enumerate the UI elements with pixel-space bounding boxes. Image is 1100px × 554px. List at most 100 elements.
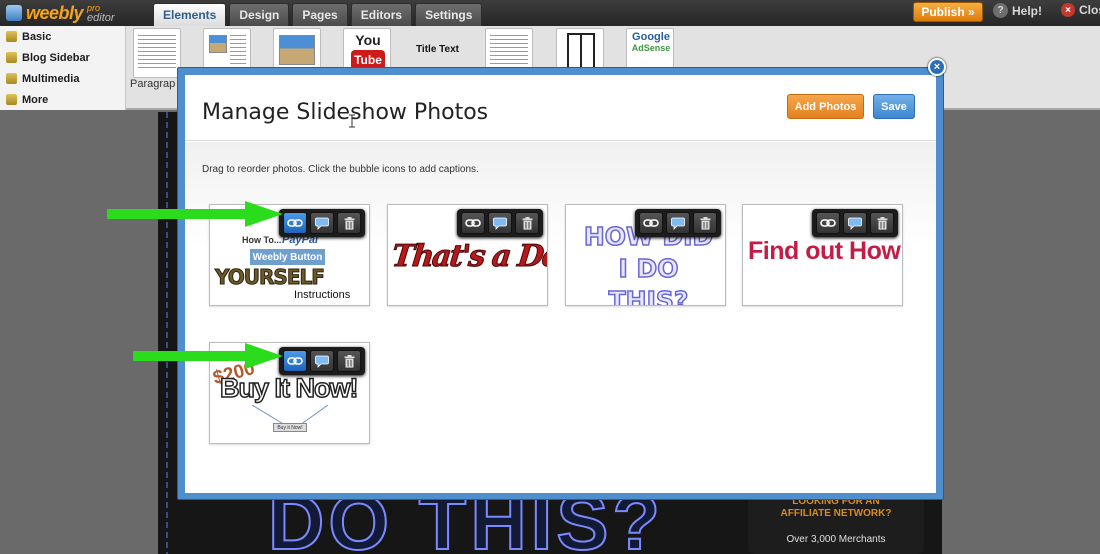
help-label: Help! — [1012, 3, 1042, 18]
delete-button[interactable] — [337, 350, 361, 372]
photo-card-4[interactable]: Find out How — [742, 204, 903, 306]
close-icon: × — [933, 61, 941, 73]
trash-icon — [877, 216, 887, 230]
paragraph-icon — [138, 35, 176, 71]
logo-text: weebly — [26, 2, 84, 23]
tab-settings[interactable]: Settings — [415, 3, 483, 26]
youtube-top-text: You — [355, 32, 381, 48]
adsense-text: AdSense — [631, 43, 671, 53]
caption-button[interactable] — [843, 212, 867, 234]
help-icon: ? — [993, 3, 1008, 18]
image-icon — [279, 35, 315, 65]
speech-bubble-icon — [848, 217, 862, 230]
link-icon — [820, 219, 836, 227]
paragraph-icon — [230, 35, 246, 71]
photo-text: How To... — [242, 235, 282, 245]
title-text-label: Title Text — [416, 44, 459, 55]
add-photos-button[interactable]: Add Photos — [787, 94, 864, 119]
trash-icon — [700, 216, 710, 230]
link-button[interactable] — [639, 212, 663, 234]
link-icon — [465, 219, 481, 227]
photo-toolbar — [457, 209, 543, 237]
photo-text: Buy It Now! — [219, 372, 359, 404]
photo-text: Weebly Button — [250, 249, 325, 265]
modal-close-button[interactable]: × — [928, 58, 946, 76]
photo-text: Instructions — [294, 289, 351, 301]
folder-icon — [6, 31, 17, 42]
folder-icon — [6, 94, 17, 105]
photo-card-3[interactable]: HOW DID I DO THIS? — [565, 204, 726, 306]
element-label: Paragrap — [130, 78, 176, 90]
link-button[interactable] — [283, 212, 307, 234]
photo-toolbar — [279, 347, 365, 375]
caption-button[interactable] — [310, 212, 334, 234]
google-text: Google — [632, 31, 670, 43]
adsense-icon: Google AdSense — [629, 32, 673, 54]
sidebar-text: Over 3,000 Merchants — [786, 534, 886, 545]
caption-button[interactable] — [666, 212, 690, 234]
green-arrow-icon — [107, 201, 283, 227]
close-editor-label: Clos — [1079, 3, 1100, 17]
tab-pages[interactable]: Pages — [292, 3, 348, 26]
photo-toolbar — [635, 209, 721, 237]
form-icon — [490, 35, 528, 71]
trash-icon — [344, 354, 354, 368]
link-button[interactable] — [816, 212, 840, 234]
green-arrow-icon — [133, 343, 283, 369]
editor-tabs: Elements Design Pages Editors Settings — [153, 3, 483, 26]
link-button[interactable] — [461, 212, 485, 234]
text-cursor-icon — [349, 114, 355, 128]
picture-icon — [209, 35, 227, 53]
photo-text: Buy it Now! — [273, 423, 307, 432]
category-label: More — [22, 93, 49, 106]
link-icon — [287, 357, 303, 365]
category-label: Basic — [22, 30, 52, 43]
modal-header: Manage Slideshow Photos Add Photos Save — [185, 75, 936, 141]
caption-button[interactable] — [310, 350, 334, 372]
close-icon: × — [1061, 3, 1075, 17]
link-button[interactable] — [283, 350, 307, 372]
instructions-text: Drag to reorder photos. Click the bubble… — [202, 164, 479, 175]
category-list: Basic Blog Sidebar Multimedia More — [0, 26, 126, 110]
trash-icon — [522, 216, 532, 230]
publish-button[interactable]: Publish » — [913, 2, 983, 22]
speech-bubble-icon — [315, 355, 329, 368]
photo-text: YOURSELF — [215, 265, 326, 290]
category-more[interactable]: More — [0, 89, 125, 110]
weebly-logo[interactable]: weebly pro editor — [6, 2, 115, 24]
tab-editors[interactable]: Editors — [350, 3, 413, 26]
photo-toolbar — [279, 209, 365, 237]
delete-button[interactable] — [693, 212, 717, 234]
tab-design[interactable]: Design — [229, 3, 290, 26]
folder-icon — [6, 73, 17, 84]
tab-elements[interactable]: Elements — [153, 3, 227, 26]
category-blog-sidebar[interactable]: Blog Sidebar — [0, 47, 125, 68]
caption-button[interactable] — [488, 212, 512, 234]
category-basic[interactable]: Basic — [0, 26, 125, 47]
folder-icon — [6, 52, 17, 63]
delete-button[interactable] — [515, 212, 539, 234]
photo-text: Find out How — [748, 237, 901, 265]
photo-text: That's a Deal — [390, 239, 548, 275]
delete-button[interactable] — [870, 212, 894, 234]
link-icon — [643, 219, 659, 227]
category-label: Multimedia — [22, 72, 80, 85]
category-multimedia[interactable]: Multimedia — [0, 68, 125, 89]
speech-bubble-icon — [493, 217, 507, 230]
element-paragraph[interactable] — [133, 28, 181, 78]
link-icon — [287, 219, 303, 227]
close-editor-link[interactable]: × Clos — [1061, 3, 1100, 17]
save-button[interactable]: Save — [873, 94, 915, 119]
category-label: Blog Sidebar — [22, 51, 90, 64]
speech-bubble-icon — [315, 217, 329, 230]
photo-card-2[interactable]: That's a Deal — [387, 204, 548, 306]
modal-title: Manage Slideshow Photos — [202, 100, 489, 125]
speech-bubble-icon — [671, 217, 685, 230]
trash-icon — [344, 216, 354, 230]
delete-button[interactable] — [337, 212, 361, 234]
sidebar-heading-2: AFFILIATE NETWORK? — [780, 508, 892, 519]
help-link[interactable]: ? Help! — [993, 3, 1042, 18]
editor-topbar: weebly pro editor Elements Design Pages … — [0, 0, 1100, 26]
weebly-logo-icon — [6, 5, 22, 21]
canvas-sidebar: LOOKING FOR AN AFFILIATE NETWORK? Over 3… — [748, 496, 924, 545]
